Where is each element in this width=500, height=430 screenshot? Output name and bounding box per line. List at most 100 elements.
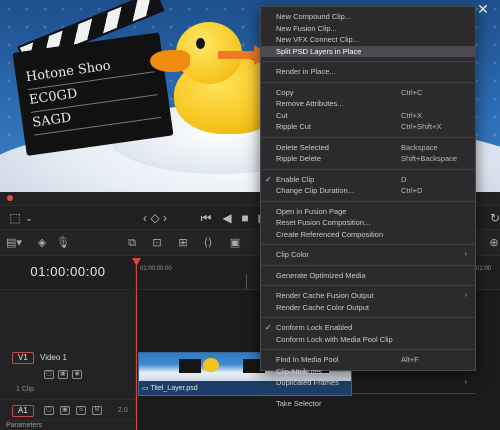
smooth-cut-icon[interactable]: ⧉ [124,236,140,250]
skip-back-icon[interactable]: ⏮ [198,210,214,226]
menu-item-label: Reset Fusion Composition... [276,218,371,227]
ruler-label-end: 01:00 [476,266,492,272]
menu-separator [261,61,475,62]
menu-item-render-cache-color-output[interactable]: Render Cache Color Output [261,302,475,314]
clapper-body: Hotone Shoo EC0GD SAGD [12,32,174,156]
menu-separator [261,244,475,245]
place-on-top-icon[interactable]: ▣ [228,236,242,250]
timecode-display[interactable]: 01:00:00:00 [0,264,136,279]
track-name[interactable]: Video 1 [40,353,67,362]
video-track-header: V1 Video 1 ▢ ▣ ◉ 1 Clip [0,290,136,400]
menu-item-label: Change Clip Duration... [276,186,354,195]
menu-item-label: Render Cache Color Output [276,302,369,312]
zoom-icon[interactable]: ⊕ [488,236,500,250]
menu-item-label: New Compound Clip... [276,12,352,21]
menu-item-shortcut: Ctrl+D [401,186,423,195]
menu-item-split-psd-layers-in-place[interactable]: Split PSD Layers in Place [261,45,475,57]
track-tag-a1[interactable]: A1 [12,405,34,417]
menu-item-label: Open in Fusion Page [276,206,347,216]
menu-separator [261,200,475,202]
menu-item-label: Remove Attributes... [276,99,344,108]
menu-item-duplicated-frames[interactable]: Duplicated Frames › [261,377,475,389]
microphone-icon[interactable]: 🎙︎ [56,236,70,250]
loop-icon[interactable]: ↻ [490,210,500,226]
menu-separator [261,392,475,394]
menu-item-enable-clip[interactable]: ✓ Enable Clip D [261,174,475,186]
menu-item-find-in-media-pool[interactable]: Find In Media Pool Alt+F [261,354,475,366]
menu-item-remove-attributes[interactable]: Remove Attributes... [261,98,475,110]
eye-icon[interactable]: ◉ [72,370,82,379]
auto-select-icon[interactable]: ▣ [58,370,68,379]
menu-item-render-cache-fusion-output[interactable]: Render Cache Fusion Output › [261,290,475,302]
thumb-duck [203,358,219,372]
menu-item-open-in-fusion-page[interactable]: Open in Fusion Page [261,206,475,218]
menu-item-copy[interactable]: Copy Ctrl+C [261,87,475,99]
menu-item-label: New VFX Connect Clip... [276,35,359,44]
lock-icon[interactable]: ▢ [44,370,54,379]
menu-item-generate-optimized-media[interactable]: Generate Optimized Media [261,270,475,282]
menu-item-shortcut: Ctrl+Shift+X [401,122,442,131]
ruler-tick [246,274,247,290]
duck-beak [150,50,190,72]
solo-icon[interactable]: S [76,406,86,415]
auto-select-icon[interactable]: ▣ [60,406,70,415]
menu-item-label: Split PSD Layers in Place [276,46,362,56]
clip-context-menu: New Compound Clip... New Fusion Clip... Ne… [260,6,476,408]
mute-icon[interactable]: M [92,406,102,415]
overwrite-icon[interactable]: ⊞ [174,236,192,250]
menu-item-label: Ripple Cut [276,122,312,131]
menu-item-create-referenced-composition[interactable]: Create Referenced Composition [261,229,475,241]
menu-item-delete-selected[interactable]: Delete Selected Backspace [261,142,475,154]
menu-item-take-selector[interactable]: Take Selector [261,398,475,410]
menu-item-shortcut: Backspace [401,142,438,152]
menu-item-label: Generate Optimized Media [276,270,366,280]
chevron-down-icon[interactable]: ⌄ [24,210,34,226]
thumb-clapper [179,359,201,373]
replace-icon[interactable]: ⟨⟩ [200,236,216,250]
menu-item-ripple-delete[interactable]: Ripple Delete Shift+Backspace [261,153,475,165]
chevron-right-icon: › [464,251,467,258]
menu-item-label: Find In Media Pool [276,355,339,364]
menu-item-label: Render in Place... [276,67,336,76]
track-clip-count: 1 Clip [16,386,34,393]
menu-item-render-in-place[interactable]: Render in Place... [261,66,475,78]
audio-track-header: A1 ▢ ▣ S M 2.0 [0,400,136,421]
menu-item-label: Cut [276,110,288,120]
menu-separator [261,168,475,170]
menu-item-label: Clip Attributes... [276,366,329,376]
checkmark-icon: ✓ [265,323,272,332]
menu-item-label: Take Selector [276,398,322,408]
nudge-icon[interactable]: ‹ ◇ › [140,210,170,226]
menu-item-change-clip-duration[interactable]: Change Clip Duration... Ctrl+D [261,185,475,197]
menu-item-cut[interactable]: Cut Ctrl+X [261,110,475,122]
menu-item-new-vfx-connect-clip[interactable]: New VFX Connect Clip... [261,34,475,46]
stop-icon[interactable]: ■ [238,210,252,226]
menu-item-label: Conform Lock with Media Pool Clip [276,334,393,344]
insert-icon[interactable]: ⊡ [148,236,166,250]
menu-item-label: New Fusion Clip... [276,23,337,33]
timecode-panel: 01:00:00:00 [0,256,136,290]
menu-item-label: Copy [276,87,294,97]
menu-item-conform-lock-enabled[interactable]: ✓ Conform Lock Enabled [261,322,475,334]
menu-item-clip-attributes[interactable]: Clip Attributes... [261,366,475,378]
menu-item-new-compound-clip[interactable]: New Compound Clip... [261,11,475,23]
clip-name: Titel_Layer.psd [150,385,198,392]
menu-item-reset-fusion-composition[interactable]: Reset Fusion Composition... [261,217,475,229]
scrubber-playhead[interactable] [7,195,13,201]
checkmark-icon: ✓ [265,174,272,184]
menu-item-conform-lock-with-media-pool-clip[interactable]: Conform Lock with Media Pool Clip [261,334,475,346]
menu-separator [261,349,475,350]
link-icon[interactable]: ◈ [34,236,50,250]
timeline-view-icon[interactable]: ▤▾ [6,236,22,250]
track-tag-v1[interactable]: V1 [12,352,34,364]
parameters-label: Parameters [0,421,136,430]
menu-item-label: Render Cache Fusion Output [276,291,374,300]
lock-icon[interactable]: ▢ [44,406,54,415]
playhead-line[interactable] [136,262,137,430]
menu-item-clip-color[interactable]: Clip Color › [261,249,475,261]
play-reverse-icon[interactable]: ◀ [220,210,234,226]
menu-item-new-fusion-clip[interactable]: New Fusion Clip... [261,23,475,35]
menu-item-ripple-cut[interactable]: Ripple Cut Ctrl+Shift+X [261,121,475,133]
viewer-options-icon[interactable]: ⬚ [8,210,22,226]
menu-item-label: Duplicated Frames [276,378,339,387]
